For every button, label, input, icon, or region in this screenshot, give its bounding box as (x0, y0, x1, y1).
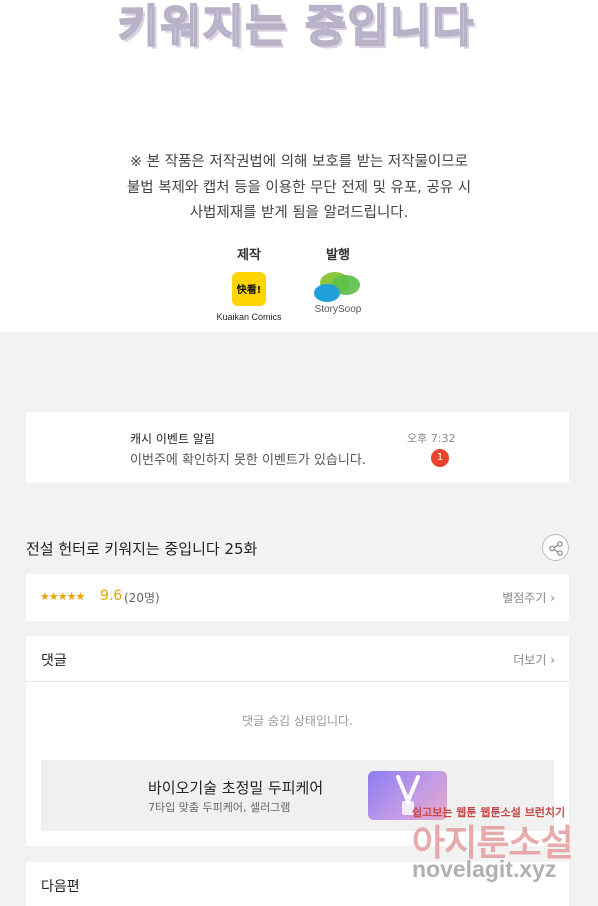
notice-line: ※ 본 작품은 저작권법에 의해 보호를 받는 저작물이므로 (130, 154, 468, 170)
banner-title-text: 키워지는 중입니다 (117, 0, 476, 50)
rating-stars: ★★★★★ (40, 590, 85, 603)
share-icon (549, 541, 563, 556)
viewer-end-section: 키워지는 중입니다 ※ 본 작품은 저작권법에 의해 보호를 받는 저작물이므로… (0, 0, 598, 332)
notice-line: 사법제재를 받게 됨을 알려드립니다. (189, 205, 409, 221)
watermark: 쉽고보는 웹툰 웹툰소설 브런치기 아지툰소설 novelagit.xyz (412, 804, 598, 892)
episode-title: 전설 헌터로 키워지는 중입니다 25화 (26, 540, 258, 558)
rating-card: ★★★★★ 9.6 (20명) 별점주기 › (26, 574, 569, 621)
event-count-badge: 1 (431, 449, 449, 467)
publisher-credit: 발행 StorySoop (306, 244, 370, 315)
ad-subtitle: 7타입 맞춤 두피케어, 셀러그램 (148, 801, 291, 814)
divider (26, 681, 569, 682)
comments-hidden-message: 댓글 숨김 상태입니다. (242, 714, 353, 728)
comments-more-button[interactable]: 더보기 › (513, 651, 555, 668)
production-credit: 제작 快看! Kuaikan Comics (212, 244, 286, 322)
rating-score: 9.6 (100, 588, 123, 604)
rate-button[interactable]: 별점주기 › (502, 589, 555, 606)
kuaikan-logo-text: 快看! (236, 285, 262, 296)
publisher-label: 발행 (326, 248, 350, 263)
event-message: 이번주에 확인하지 못한 이벤트가 있습니다. (130, 453, 366, 468)
ad-title: 바이오기술 초정밀 두피케어 (148, 779, 324, 797)
comments-title: 댓글 (41, 653, 67, 669)
kuaikan-logo: 快看! (232, 272, 266, 306)
production-label: 제작 (237, 248, 261, 263)
share-button[interactable] (542, 534, 569, 561)
event-time: 오후 7:32 (407, 432, 456, 445)
storysoop-logo (314, 272, 362, 304)
webtoon-title-banner: 키워지는 중입니다 (0, 0, 598, 50)
cash-event-notification[interactable]: 캐시 이벤트 알림 이번주에 확인하지 못한 이벤트가 있습니다. 오후 7:3… (26, 412, 569, 483)
rating-count: (20명) (124, 591, 160, 605)
next-episode-label: 다음편 (41, 879, 80, 895)
copyright-notice: ※ 본 작품은 저작권법에 의해 보호를 받는 저작물이므로 불법 복제와 캡처… (0, 150, 598, 227)
notice-line: 불법 복제와 캡처 등을 이용한 무단 전제 및 유포, 공유 시 (126, 179, 472, 196)
publisher-name: StorySoop (314, 304, 362, 315)
production-name: Kuaikan Comics (216, 312, 282, 322)
event-title: 캐시 이벤트 알림 (130, 432, 215, 446)
watermark-url: novelagit.xyz (412, 856, 557, 882)
